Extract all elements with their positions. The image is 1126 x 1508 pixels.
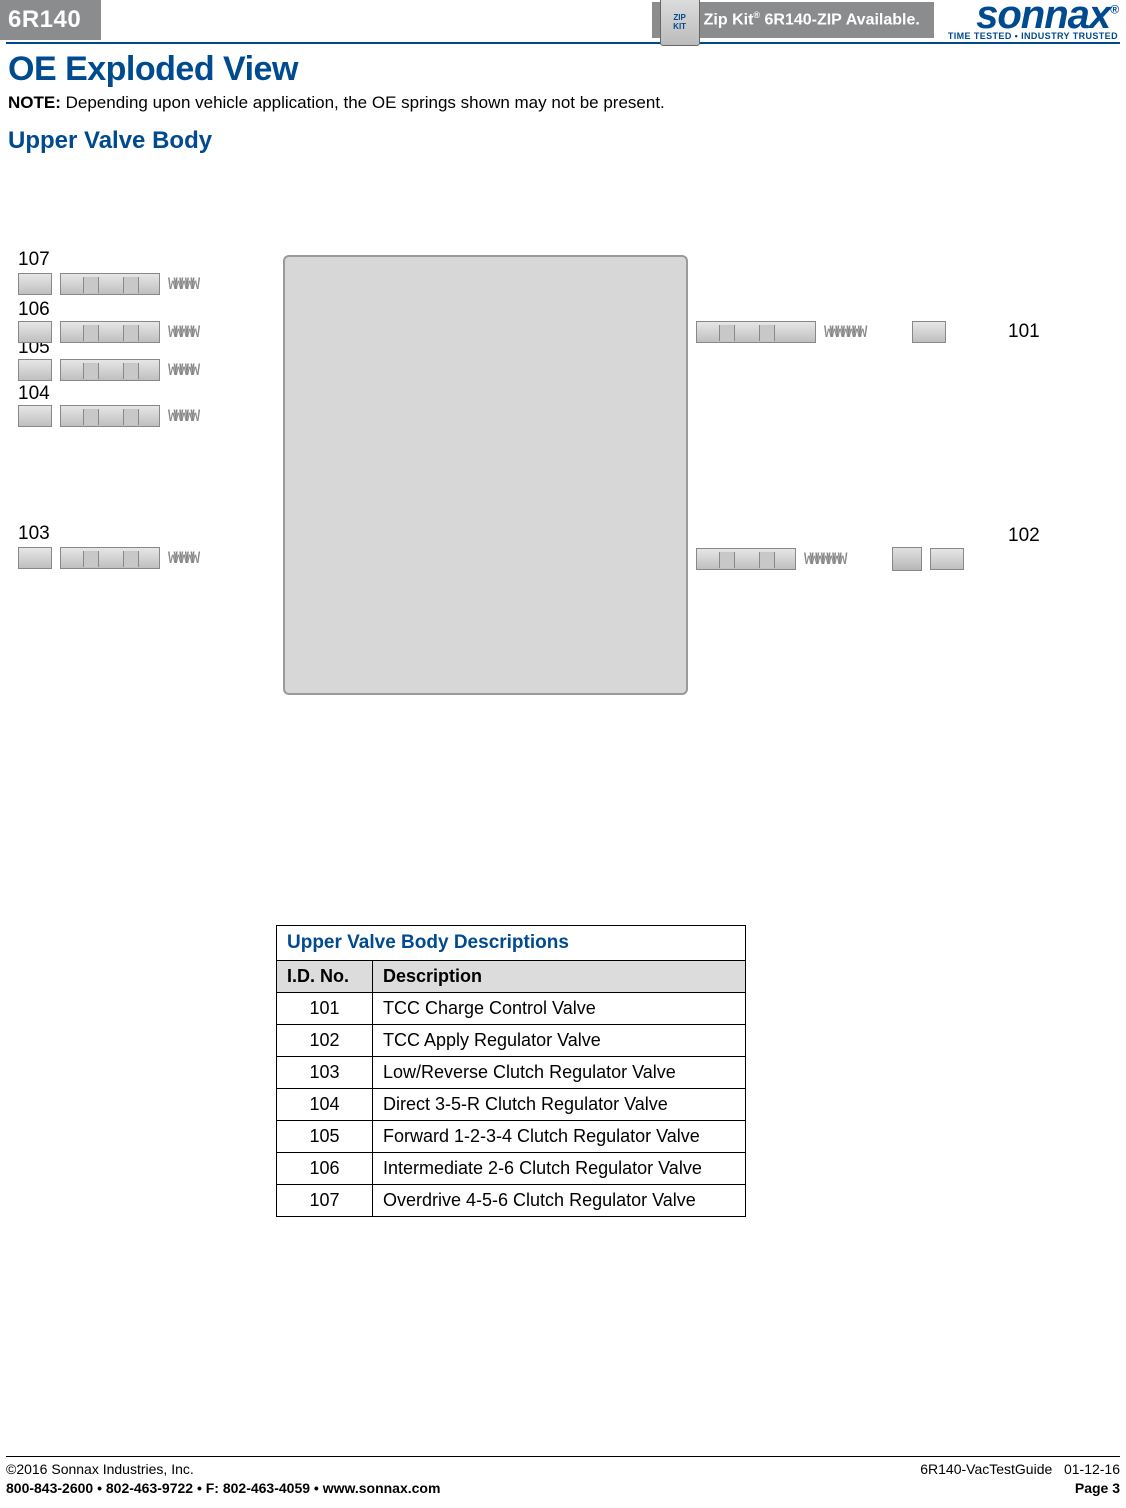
col-desc-header: Description	[373, 961, 746, 993]
cell-id: 103	[277, 1057, 373, 1089]
spring-icon	[168, 362, 224, 378]
retainer-icon	[18, 547, 52, 569]
cell-id: 104	[277, 1089, 373, 1121]
cell-id: 101	[277, 993, 373, 1025]
footer-contact: 800-843-2600 • 802-463-9722 • F: 802-463…	[6, 1479, 440, 1498]
valve-assy-104	[18, 405, 224, 427]
spring-icon	[168, 550, 224, 566]
cell-desc: Intermediate 2-6 Clutch Regulator Valve	[373, 1153, 746, 1185]
logo-reg: ®	[1110, 3, 1118, 17]
valve-assy-102	[696, 547, 964, 571]
callout-106: 106	[18, 299, 50, 321]
spring-icon	[168, 324, 224, 340]
zipkit-prefix: Zip Kit	[704, 12, 754, 29]
table-row: 104Direct 3-5-R Clutch Regulator Valve	[277, 1089, 746, 1121]
cell-desc: Low/Reverse Clutch Regulator Valve	[373, 1057, 746, 1089]
cell-desc: Forward 1-2-3-4 Clutch Regulator Valve	[373, 1121, 746, 1153]
valve-icon	[60, 359, 160, 381]
valve-icon	[60, 321, 160, 343]
note-text: Depending upon vehicle application, the …	[66, 93, 665, 112]
retainer-icon	[18, 273, 52, 295]
cell-id: 105	[277, 1121, 373, 1153]
note: NOTE: Depending upon vehicle application…	[8, 93, 1118, 113]
retainer-icon	[18, 359, 52, 381]
spring-icon	[168, 408, 224, 424]
cell-id: 102	[277, 1025, 373, 1057]
zipkit-banner: ZIPKIT Zip Kit® 6R140-ZIP Available.	[652, 2, 934, 37]
zipkit-code: 6R140-ZIP	[764, 12, 841, 29]
spring-icon	[804, 551, 884, 567]
valve-assy-105	[18, 359, 224, 381]
zipkit-reg: ®	[753, 10, 760, 20]
descriptions-table: I.D. No. Description 101TCC Charge Contr…	[276, 960, 746, 1217]
cell-id: 106	[277, 1153, 373, 1185]
col-id-header: I.D. No.	[277, 961, 373, 993]
table-title: Upper Valve Body Descriptions	[276, 925, 746, 960]
valve-icon	[60, 273, 160, 295]
footer-copyright: ©2016 Sonnax Industries, Inc.	[6, 1460, 194, 1479]
footer: ©2016 Sonnax Industries, Inc. 6R140-VacT…	[6, 1456, 1120, 1498]
callout-103: 103	[18, 523, 50, 545]
sleeve-icon	[892, 547, 922, 571]
exploded-diagram: 107 106 105 104 103 101 102	[8, 255, 1118, 775]
descriptions-table-wrap: Upper Valve Body Descriptions I.D. No. D…	[276, 925, 746, 1217]
valve-icon	[60, 547, 160, 569]
valve-body-casting	[283, 255, 688, 695]
valve-assy-103	[18, 547, 224, 569]
zipkit-suffix: Available.	[846, 12, 920, 29]
retainer-icon	[18, 405, 52, 427]
logo-tagline: TIME TESTED • INDUSTRY TRUSTED	[948, 31, 1118, 41]
cell-desc: Overdrive 4-5-6 Clutch Regulator Valve	[373, 1185, 746, 1217]
zipkit-icon: ZIPKIT	[660, 0, 700, 46]
table-row: 107Overdrive 4-5-6 Clutch Regulator Valv…	[277, 1185, 746, 1217]
footer-docid: 6R140-VacTestGuide	[920, 1461, 1052, 1477]
valve-icon	[60, 405, 160, 427]
table-row: 105Forward 1-2-3-4 Clutch Regulator Valv…	[277, 1121, 746, 1153]
valve-assy-107	[18, 273, 224, 295]
cell-desc: TCC Charge Control Valve	[373, 993, 746, 1025]
valve-icon	[696, 548, 796, 570]
main-content: OE Exploded View NOTE: Depending upon ve…	[0, 44, 1126, 1217]
callout-102: 102	[1008, 525, 1040, 547]
valve-assy-106	[18, 321, 224, 343]
table-row: 106Intermediate 2-6 Clutch Regulator Val…	[277, 1153, 746, 1185]
callout-101: 101	[1008, 321, 1040, 343]
product-code: 6R140	[0, 0, 101, 40]
retainer-icon	[18, 321, 52, 343]
spring-icon	[168, 276, 224, 292]
footer-page: Page 3	[1075, 1479, 1120, 1498]
valve-assy-101	[696, 321, 946, 343]
footer-date: 01-12-16	[1064, 1461, 1120, 1477]
callout-104: 104	[18, 383, 50, 405]
note-label: NOTE:	[8, 93, 61, 112]
table-row: 101TCC Charge Control Valve	[277, 993, 746, 1025]
retainer-icon	[930, 548, 964, 570]
cell-desc: Direct 3-5-R Clutch Regulator Valve	[373, 1089, 746, 1121]
callout-107: 107	[18, 249, 50, 271]
cell-id: 107	[277, 1185, 373, 1217]
logo: sonnax® TIME TESTED • INDUSTRY TRUSTED	[934, 0, 1126, 41]
spring-icon	[824, 324, 904, 340]
retainer-icon	[912, 321, 946, 343]
valve-icon	[696, 321, 816, 343]
page-title: OE Exploded View	[8, 50, 1118, 89]
table-row: 103Low/Reverse Clutch Regulator Valve	[277, 1057, 746, 1089]
cell-desc: TCC Apply Regulator Valve	[373, 1025, 746, 1057]
section-heading: Upper Valve Body	[8, 127, 1118, 155]
table-row: 102TCC Apply Regulator Valve	[277, 1025, 746, 1057]
header-bar: 6R140 ZIPKIT Zip Kit® 6R140-ZIP Availabl…	[0, 0, 1126, 40]
